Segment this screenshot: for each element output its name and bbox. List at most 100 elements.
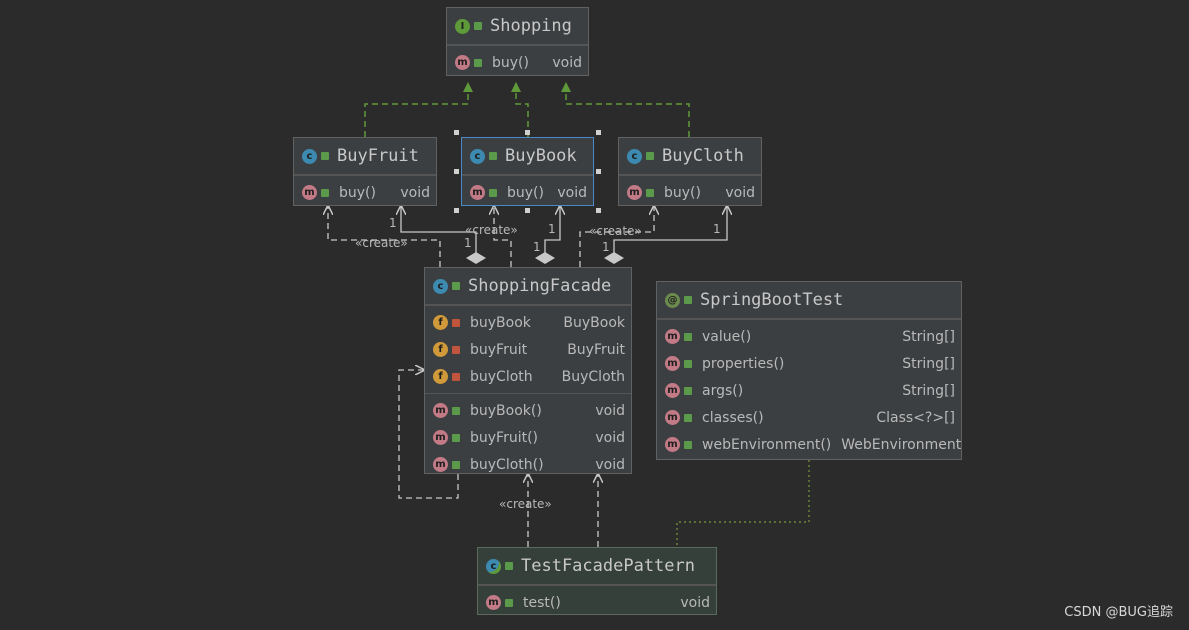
method-type: void [595, 402, 625, 419]
class-header: c BuyFruit [294, 138, 436, 175]
method-row[interactable]: m buy() void [462, 179, 593, 206]
method-row[interactable]: m buyCloth() void [425, 451, 631, 478]
class-node-buybook[interactable]: c BuyBook m buy() void [461, 137, 594, 206]
class-header: c TestFacadePattern [478, 548, 716, 585]
public-visibility-icon [452, 282, 460, 290]
method-row[interactable]: m value() String[] [657, 323, 961, 350]
method-type: Class<?>[] [876, 409, 955, 426]
public-visibility-icon [684, 296, 692, 304]
method-type: void [680, 594, 710, 611]
resize-handle-bottom-left[interactable] [454, 208, 459, 213]
public-visibility-icon [474, 22, 482, 30]
field-name: buyFruit [470, 341, 528, 358]
method-type: void [595, 429, 625, 446]
class-title: TestFacadePattern [521, 556, 695, 576]
method-name: buy() [664, 184, 701, 201]
public-visibility-icon [474, 58, 482, 67]
multiplicity-buybook-end: 1 [548, 222, 556, 236]
method-name: classes() [702, 409, 764, 426]
class-node-springboottest[interactable]: @ SpringBootTest m value() String[] m pr… [656, 281, 962, 460]
field-row[interactable]: f buyBook BuyBook [425, 309, 631, 336]
method-icon: m [455, 55, 470, 70]
edge-label-create-buybook: «create» [465, 223, 518, 237]
public-visibility-icon [684, 440, 692, 449]
public-visibility-icon [684, 413, 692, 422]
methods-section: m buy() void [294, 175, 436, 209]
multiplicity-buycloth-end: 1 [713, 222, 721, 236]
field-name: buyBook [470, 314, 531, 331]
method-row[interactable]: m buy() void [447, 49, 588, 76]
method-name: buyBook() [470, 402, 542, 419]
resize-handle-top-left[interactable] [454, 130, 459, 135]
method-row[interactable]: m test() void [478, 589, 716, 616]
method-row[interactable]: m buy() void [294, 179, 436, 206]
method-name: buyFruit() [470, 429, 539, 446]
method-type: String[] [902, 355, 955, 372]
public-visibility-icon [684, 359, 692, 368]
private-lock-icon [452, 372, 460, 381]
method-type: void [552, 54, 582, 71]
field-icon: f [433, 315, 448, 330]
class-title: Shopping [490, 16, 572, 36]
method-name: buy() [507, 184, 544, 201]
multiplicity-buybook-start: 1 [533, 240, 541, 254]
method-row[interactable]: m properties() String[] [657, 350, 961, 377]
resize-handle-bottom-right[interactable] [596, 208, 601, 213]
method-name: properties() [702, 355, 785, 372]
methods-section: m buyBook() void m buyFruit() void m buy… [425, 393, 631, 481]
field-type: BuyBook [563, 314, 625, 331]
private-lock-icon [452, 345, 460, 354]
multiplicity-buyfruit-start: 1 [464, 236, 472, 250]
edge-label-create-buyfruit: «create» [355, 236, 408, 250]
public-visibility-icon [646, 152, 654, 160]
class-title: SpringBootTest [700, 290, 844, 310]
public-visibility-icon [505, 562, 513, 570]
class-icon: c [433, 278, 448, 294]
resize-handle-left[interactable] [454, 169, 459, 174]
method-type: void [400, 184, 430, 201]
method-row[interactable]: m buyBook() void [425, 397, 631, 424]
resize-handle-right[interactable] [596, 169, 601, 174]
method-type: WebEnvironment [841, 436, 962, 453]
resize-handle-top-right[interactable] [596, 130, 601, 135]
method-row[interactable]: m webEnvironment() WebEnvironment [657, 431, 961, 458]
public-visibility-icon [684, 386, 692, 395]
method-row[interactable]: m args() String[] [657, 377, 961, 404]
interface-icon: I [455, 18, 470, 34]
method-icon: m [433, 403, 448, 418]
class-title: ShoppingFacade [468, 276, 612, 296]
field-row[interactable]: f buyFruit BuyFruit [425, 336, 631, 363]
class-node-buycloth[interactable]: c BuyCloth m buy() void [618, 137, 762, 206]
class-node-buyfruit[interactable]: c BuyFruit m buy() void [293, 137, 437, 206]
public-visibility-icon [489, 188, 497, 197]
methods-section: m buy() void [619, 175, 761, 209]
class-node-testfacadepattern[interactable]: c TestFacadePattern m test() void [477, 547, 717, 615]
class-node-shopping[interactable]: I Shopping m buy() void [446, 7, 589, 76]
watermark: CSDN @BUG追踪 [1064, 605, 1173, 620]
resize-handle-bottom[interactable] [525, 208, 530, 213]
field-icon: f [433, 342, 448, 357]
abstract-method-icon: m [665, 356, 680, 371]
multiplicity-buycloth-start: 1 [602, 240, 610, 254]
methods-section: m value() String[] m properties() String… [657, 319, 961, 461]
method-row[interactable]: m buyFruit() void [425, 424, 631, 451]
method-row[interactable]: m classes() Class<?>[] [657, 404, 961, 431]
method-row[interactable]: m buy() void [619, 179, 761, 206]
class-icon: c [302, 148, 317, 164]
class-header: c BuyCloth [619, 138, 761, 175]
implements-edge-buycloth [561, 82, 690, 137]
public-visibility-icon [489, 152, 497, 160]
abstract-method-icon: m [665, 329, 680, 344]
field-row[interactable]: f buyCloth BuyCloth [425, 363, 631, 390]
annotation-edge [676, 460, 810, 547]
method-name: value() [702, 328, 752, 345]
resize-handle-top[interactable] [525, 130, 530, 135]
class-header: c BuyBook [462, 138, 593, 175]
method-icon: m [433, 457, 448, 472]
class-node-shoppingfacade[interactable]: c ShoppingFacade f buyBook BuyBook f buy… [424, 267, 632, 474]
field-type: BuyCloth [561, 368, 625, 385]
method-icon: m [433, 430, 448, 445]
edge-label-create-test: «create» [499, 497, 552, 511]
class-title: BuyBook [505, 146, 577, 166]
class-header: I Shopping [447, 8, 588, 45]
